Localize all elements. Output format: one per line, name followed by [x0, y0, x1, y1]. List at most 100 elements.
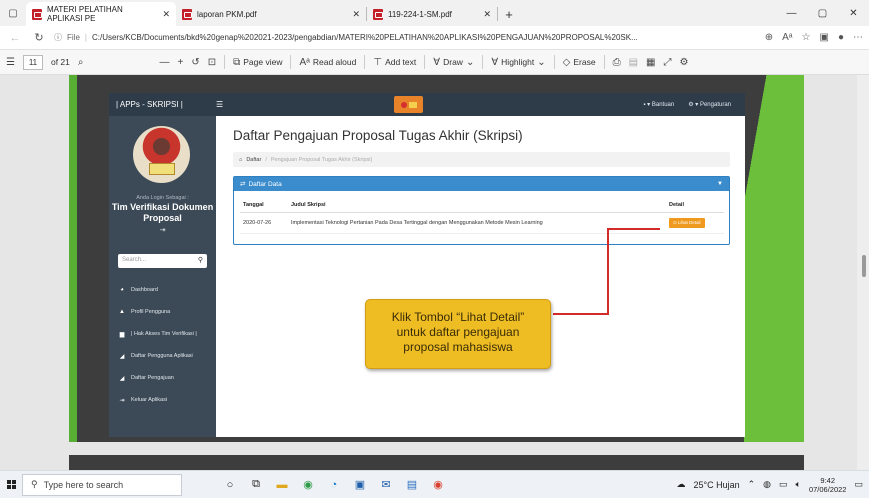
photos-icon[interactable]: ▤ — [404, 478, 420, 491]
draw-button[interactable]: ∀ Draw ⌄ — [433, 57, 474, 68]
favorite-icon[interactable]: ☆ — [802, 32, 811, 43]
pdf-toolbar: ☰ 11 of 21 ⌕ — + ↺ ⊡ ⧉ Page view Aᵃ Read a… — [0, 50, 869, 75]
app-brand: | APPs - SKRIPSI | — [116, 100, 183, 109]
collections-icon[interactable]: ▣ — [820, 32, 829, 43]
browser-tab-strip: ▢ MATERI PELATIHAN APLIKASI PE ✕ laporan… — [0, 0, 869, 26]
chrome-app-icon[interactable]: ◉ — [430, 478, 446, 491]
sidebar-item-dashboard: ◕ Dashboard — [120, 287, 158, 293]
zoom-icon[interactable]: ⊕ — [765, 32, 773, 43]
new-tab-button[interactable]: + — [498, 2, 520, 26]
address-bar: ← ↻ ⓘ File | C:/Users/KCB/Documents/bkd%… — [0, 26, 869, 50]
list-icon: ▆ — [119, 331, 125, 338]
col-title: Judul Skripsi — [288, 198, 666, 213]
contents-icon[interactable]: ☰ — [6, 57, 15, 68]
next-pdf-page — [69, 455, 804, 470]
sidebar-item-profil: ▲ Profil Pengguna — [119, 309, 171, 315]
profile-avatar-icon[interactable]: ● — [838, 32, 844, 43]
store-icon[interactable]: ▣ — [352, 478, 368, 491]
chrome-icon[interactable]: ◉ — [300, 478, 316, 491]
network-icon[interactable]: ◍ — [763, 479, 771, 490]
book-icon: ◢ — [119, 353, 125, 360]
sidebar-menu: ◕ Dashboard ▲ Profil Pengguna ▆ | Hak Akses… — [109, 279, 216, 411]
edge-icon[interactable]: ◔ — [326, 479, 342, 491]
search-icon: ⚲ — [31, 479, 38, 489]
notification-icon[interactable]: ▭ — [854, 479, 863, 490]
refresh-icon[interactable]: ↻ — [30, 31, 48, 44]
text-box-icon: ⊤ — [373, 56, 383, 68]
instruction-callout: Klik Tombol “Lihat Detail” untuk daftar … — [365, 299, 551, 369]
pen-icon: ∀ — [433, 56, 441, 68]
save-as-icon[interactable]: ▦ — [646, 57, 655, 68]
mail-icon[interactable]: ✉ — [378, 478, 394, 491]
windows-taskbar: ⚲ Type here to search ○ ⧉ ▬ ◉ ◔ ▣ ✉ ▤ ◉ … — [0, 470, 869, 498]
save-icon[interactable]: ▤ — [629, 57, 638, 68]
zoom-out-icon[interactable]: — — [159, 57, 169, 68]
cortana-icon[interactable]: ○ — [222, 479, 238, 491]
user-icon: ▲ — [119, 309, 125, 315]
app-main: Daftar Pengajuan Proposal Tugas Akhir (S… — [216, 116, 745, 437]
settings-gear-icon[interactable]: ⚙ — [679, 57, 688, 68]
chevron-down-icon: ▼ — [717, 181, 723, 187]
tab-materi-pelatihan[interactable]: MATERI PELATIHAN APLIKASI PE ✕ — [26, 2, 176, 26]
highlighter-icon: ∀ — [491, 56, 499, 68]
windows-start-icon[interactable] — [0, 471, 22, 498]
tab-actions-icon[interactable]: ▢ — [0, 0, 26, 26]
chevron-up-icon[interactable]: ⌃ — [748, 479, 756, 490]
url-scheme-label: File — [67, 33, 80, 42]
page-view-icon: ⧉ — [233, 56, 241, 68]
close-tab-icon[interactable]: ✕ — [162, 9, 170, 20]
vertical-scrollbar[interactable] — [857, 75, 869, 470]
fit-page-icon[interactable]: ⊡ — [208, 57, 216, 68]
list-icon: ⇄ — [240, 181, 246, 188]
chevron-down-icon: ⌄ — [465, 56, 475, 68]
restore-button[interactable]: ▢ — [807, 8, 838, 19]
full-screen-icon[interactable]: ⤢ — [663, 57, 671, 68]
home-icon: ⌂ — [239, 156, 243, 163]
page-title: Daftar Pengajuan Proposal Tugas Akhir (S… — [233, 128, 523, 143]
weather-text[interactable]: 25°C Hujan — [693, 480, 739, 490]
more-menu-icon[interactable]: ⋯ — [853, 32, 863, 43]
app-screenshot: | APPs - SKRIPSI | ☰ ▪ ▾ Bantuan ⚙ ▾ Pen… — [109, 93, 745, 437]
system-tray: ☁ 25°C Hujan ⌃ ◍ ▭ 🔈︎ 9:42 07/06/2022 ▭ — [676, 476, 869, 494]
rotate-icon[interactable]: ↺ — [191, 57, 199, 68]
page-view-button[interactable]: ⧉ Page view — [233, 57, 282, 68]
data-panel: ⇄ Daftar Data ▼ Tanggal Judul Skripsi De… — [233, 176, 730, 245]
app-logo — [394, 96, 423, 113]
tab-laporan-pkm[interactable]: laporan PKM.pdf ✕ — [176, 2, 366, 26]
close-tab-icon[interactable]: ✕ — [352, 9, 360, 20]
arrow-connector — [607, 229, 609, 315]
close-tab-icon[interactable]: ✕ — [483, 9, 491, 20]
sidebar-search-input: Search... ⚲ — [118, 254, 207, 268]
highlight-button[interactable]: ∀ Highlight ⌄ — [491, 57, 545, 68]
close-window-button[interactable]: ✕ — [838, 8, 869, 19]
page-number-input[interactable]: 11 — [22, 54, 43, 70]
battery-icon[interactable]: ▭ — [779, 479, 788, 490]
erase-button[interactable]: ◇ Erase — [563, 57, 596, 68]
window-controls: — ▢ ✕ — [776, 0, 869, 26]
taskbar-apps: ○ ⧉ ▬ ◉ ◔ ▣ ✉ ▤ ◉ — [222, 478, 446, 491]
pdf-page-slide: | APPs - SKRIPSI | ☰ ▪ ▾ Bantuan ⚙ ▾ Pen… — [69, 75, 804, 442]
task-view-icon[interactable]: ⧉ — [248, 478, 264, 491]
tab-119-224[interactable]: 119-224-1-SM.pdf ✕ — [367, 2, 497, 26]
weather-icon: ☁ — [676, 479, 686, 489]
file-explorer-icon[interactable]: ▬ — [274, 479, 290, 491]
user-avatar — [133, 126, 190, 183]
add-text-button[interactable]: ⊤ Add text — [373, 57, 416, 68]
back-arrow-icon[interactable]: ← — [6, 32, 24, 44]
url-field[interactable]: ⓘ File | C:/Users/KCB/Documents/bkd%20ge… — [54, 29, 759, 47]
zoom-in-icon[interactable]: + — [177, 57, 183, 68]
read-aloud-icon[interactable]: Aᵃ — [782, 32, 792, 43]
read-aloud-button[interactable]: Aᵃ Read aloud — [299, 57, 356, 68]
find-icon[interactable]: ⌕ — [78, 57, 84, 68]
taskbar-clock[interactable]: 9:42 07/06/2022 — [809, 476, 847, 494]
minimize-button[interactable]: — — [776, 8, 807, 19]
volume-icon[interactable]: 🔈︎ — [796, 479, 801, 490]
pdf-file-icon — [32, 8, 42, 20]
print-icon[interactable]: ⎙ — [613, 57, 621, 68]
taskbar-search-input[interactable]: ⚲ Type here to search — [22, 473, 182, 496]
settings-link: ⚙ ▾ Pengaturan — [688, 102, 731, 108]
pdf-document-area[interactable]: | APPs - SKRIPSI | ☰ ▪ ▾ Bantuan ⚙ ▾ Pen… — [0, 75, 869, 470]
search-icon: ⚲ — [197, 257, 203, 264]
info-icon[interactable]: ⓘ — [54, 32, 62, 43]
chevron-down-icon: ⌄ — [537, 56, 546, 68]
